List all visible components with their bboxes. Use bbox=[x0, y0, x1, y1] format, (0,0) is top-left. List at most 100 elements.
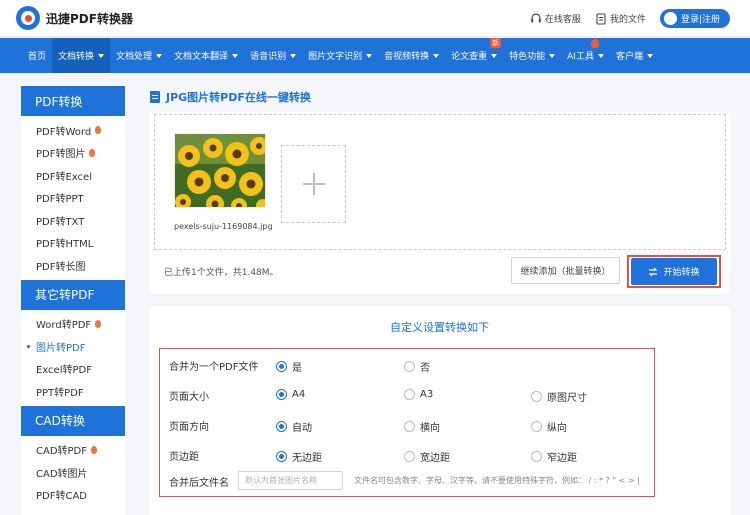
merged-filename-input[interactable] bbox=[238, 471, 343, 490]
sidebar-item-pdf-to-ppt[interactable]: PDF转PPT bbox=[21, 187, 125, 210]
sidebar-section-pdf-conversion[interactable]: PDF转换 bbox=[21, 86, 125, 116]
merged-filename-label: 合并后文件名 bbox=[169, 478, 229, 489]
page-size-a3-radio[interactable]: A3 bbox=[404, 389, 433, 400]
nav-document-translation-label: 文档文本翻译 bbox=[174, 52, 229, 62]
orientation-landscape-radio[interactable]: 横向 bbox=[404, 419, 440, 434]
orientation-portrait-radio[interactable]: 纵向 bbox=[531, 419, 567, 434]
nav-client[interactable]: 客户端 bbox=[610, 38, 659, 73]
sidebar-item-label: PDF转PPT bbox=[36, 194, 84, 206]
sidebar-item-label: PDF转TXT bbox=[36, 216, 85, 228]
document-icon bbox=[150, 91, 160, 103]
file-name: pexels-suju-1169084.jpg bbox=[174, 222, 273, 231]
nav-home[interactable]: 首页 bbox=[22, 38, 52, 73]
nav-paper-check[interactable]: 论文查重新 bbox=[445, 38, 503, 73]
radio-icon bbox=[404, 451, 415, 462]
logo[interactable]: 迅捷PDF转换器 bbox=[16, 6, 133, 30]
add-file-button[interactable] bbox=[281, 145, 346, 223]
chevron-down-icon bbox=[491, 53, 498, 58]
sidebar-item-pdf-to-image[interactable]: PDF转图片 bbox=[21, 142, 125, 165]
logo-icon bbox=[16, 6, 40, 30]
chevron-down-icon bbox=[156, 53, 163, 58]
sidebar-item-pdf-to-html[interactable]: PDF转HTML bbox=[21, 232, 125, 255]
nav-document-conversion[interactable]: 文档转换 bbox=[52, 38, 111, 73]
sidebar-item-label: PDF转HTML bbox=[36, 239, 94, 251]
nav-speech-recognition-label: 语音识别 bbox=[250, 52, 287, 62]
sidebar-item-label: PDF转Excel bbox=[36, 171, 92, 183]
sidebar-item-label: PDF转长图 bbox=[36, 261, 86, 273]
radio-icon bbox=[531, 391, 542, 402]
merge-no-radio[interactable]: 否 bbox=[404, 359, 430, 374]
chevron-down-icon bbox=[646, 53, 653, 58]
margin-none-radio[interactable]: 无边距 bbox=[276, 449, 322, 464]
start-convert-button[interactable]: 开始转换 bbox=[631, 258, 717, 285]
login-register-button[interactable]: 登录|注册 bbox=[659, 9, 730, 28]
settings-options: 合并为一个PDF文件 是 否 页面大小 A4 A3 原图尺寸 页面方向 自动 横… bbox=[159, 348, 655, 497]
chevron-down-icon bbox=[290, 53, 297, 58]
sidebar-section-other-to-pdf[interactable]: 其它转PDF bbox=[21, 279, 125, 310]
radio-label: 自动 bbox=[292, 423, 312, 434]
uploaded-file-card[interactable]: pexels-suju-1169084.jpg bbox=[174, 133, 273, 235]
sidebar-item-pdf-to-word[interactable]: PDF转Word bbox=[21, 119, 125, 142]
nav-image-ocr[interactable]: 图片文字识别 bbox=[302, 38, 378, 73]
sidebar-item-word-to-pdf[interactable]: Word转PDF bbox=[21, 313, 125, 336]
page-size-label: 页面大小 bbox=[169, 392, 209, 403]
sidebar: PDF转换 PDF转Word PDF转图片 PDF转Excel PDF转PPT … bbox=[21, 86, 125, 515]
logo-text: 迅捷PDF转换器 bbox=[46, 11, 133, 26]
sidebar-item-pdf-to-excel[interactable]: PDF转Excel bbox=[21, 164, 125, 187]
radio-label: 否 bbox=[420, 363, 430, 374]
radio-label: A3 bbox=[420, 389, 434, 400]
merge-yes-radio[interactable]: 是 bbox=[276, 359, 302, 374]
user-avatar-icon bbox=[663, 12, 677, 25]
radio-icon bbox=[404, 389, 415, 400]
nav-client-label: 客户端 bbox=[615, 52, 643, 62]
page-margin-row: 页边距 无边距 宽边距 窄边距 bbox=[160, 445, 656, 465]
sidebar-item-cad-to-pdf[interactable]: CAD转PDF bbox=[21, 439, 125, 462]
sidebar-item-ppt-to-pdf[interactable]: PPT转PDF bbox=[21, 380, 125, 403]
my-files-link[interactable]: 我的文件 bbox=[595, 12, 646, 25]
customer-service-link[interactable]: 在线客服 bbox=[530, 12, 581, 25]
sidebar-item-label: PDF转图片 bbox=[36, 149, 86, 161]
nav-ai-tools-label: AI工具 bbox=[567, 52, 594, 62]
margin-wide-radio[interactable]: 宽边距 bbox=[404, 449, 450, 464]
page-orientation-label: 页面方向 bbox=[169, 422, 209, 433]
sidebar-item-image-to-pdf[interactable]: 图片转PDF bbox=[21, 335, 125, 358]
sidebar-item-pdf-to-long-image[interactable]: PDF转长图 bbox=[21, 254, 125, 277]
sidebar-item-pdf-to-txt[interactable]: PDF转TXT bbox=[21, 209, 125, 232]
continue-add-button[interactable]: 继续添加（批量转换） bbox=[511, 257, 620, 284]
nav-featured[interactable]: 特色功能 bbox=[503, 38, 561, 73]
top-header: 迅捷PDF转换器 在线客服 我的文件 登录|注册 bbox=[0, 0, 750, 37]
sidebar-item-pdf-to-cad[interactable]: PDF转CAD bbox=[21, 484, 125, 507]
hot-icon bbox=[95, 319, 102, 328]
merge-pdf-label: 合并为一个PDF文件 bbox=[169, 362, 259, 373]
new-badge: 新 bbox=[490, 38, 502, 48]
sidebar-item-excel-to-pdf[interactable]: Excel转PDF bbox=[21, 358, 125, 381]
file-icon bbox=[596, 12, 606, 25]
sidebar-section-cad-conversion[interactable]: CAD转换 bbox=[21, 405, 125, 436]
chevron-down-icon bbox=[232, 53, 239, 58]
page-size-original-radio[interactable]: 原图尺寸 bbox=[531, 389, 587, 404]
orientation-auto-radio[interactable]: 自动 bbox=[276, 419, 312, 434]
page-size-a4-radio[interactable]: A4 bbox=[276, 389, 305, 400]
radio-label: 原图尺寸 bbox=[547, 393, 587, 404]
margin-narrow-radio[interactable]: 窄边距 bbox=[531, 449, 577, 464]
image-thumbnail bbox=[174, 133, 266, 208]
file-drop-zone[interactable]: pexels-suju-1169084.jpg bbox=[154, 114, 726, 250]
page-margin-label: 页边距 bbox=[169, 452, 199, 463]
start-convert-label: 开始转换 bbox=[663, 268, 700, 278]
nav-speech-recognition[interactable]: 语音识别 bbox=[244, 38, 302, 73]
settings-title: 自定义设置转换如下 bbox=[390, 321, 489, 334]
nav-image-ocr-label: 图片文字识别 bbox=[308, 52, 363, 62]
radio-icon bbox=[531, 421, 542, 432]
radio-label: A4 bbox=[292, 389, 306, 400]
sidebar-item-cad-to-image[interactable]: CAD转图片 bbox=[21, 461, 125, 484]
nav-audio-video[interactable]: 音视频转换 bbox=[378, 38, 445, 73]
nav-document-processing[interactable]: 文档处理 bbox=[110, 38, 168, 73]
radio-label: 是 bbox=[292, 363, 302, 374]
chevron-down-icon bbox=[433, 53, 440, 58]
nav-ai-tools[interactable]: AI工具 bbox=[561, 38, 610, 73]
page-title: JPG图片转PDF在线一键转换 bbox=[150, 89, 311, 105]
main-nav: 首页 文档转换 文档处理 文档文本翻译 语音识别 图片文字识别 音视频转换 论文… bbox=[0, 38, 750, 73]
sunflower-image bbox=[175, 134, 265, 207]
nav-document-translation[interactable]: 文档文本翻译 bbox=[168, 38, 244, 73]
radio-label: 横向 bbox=[420, 423, 440, 434]
